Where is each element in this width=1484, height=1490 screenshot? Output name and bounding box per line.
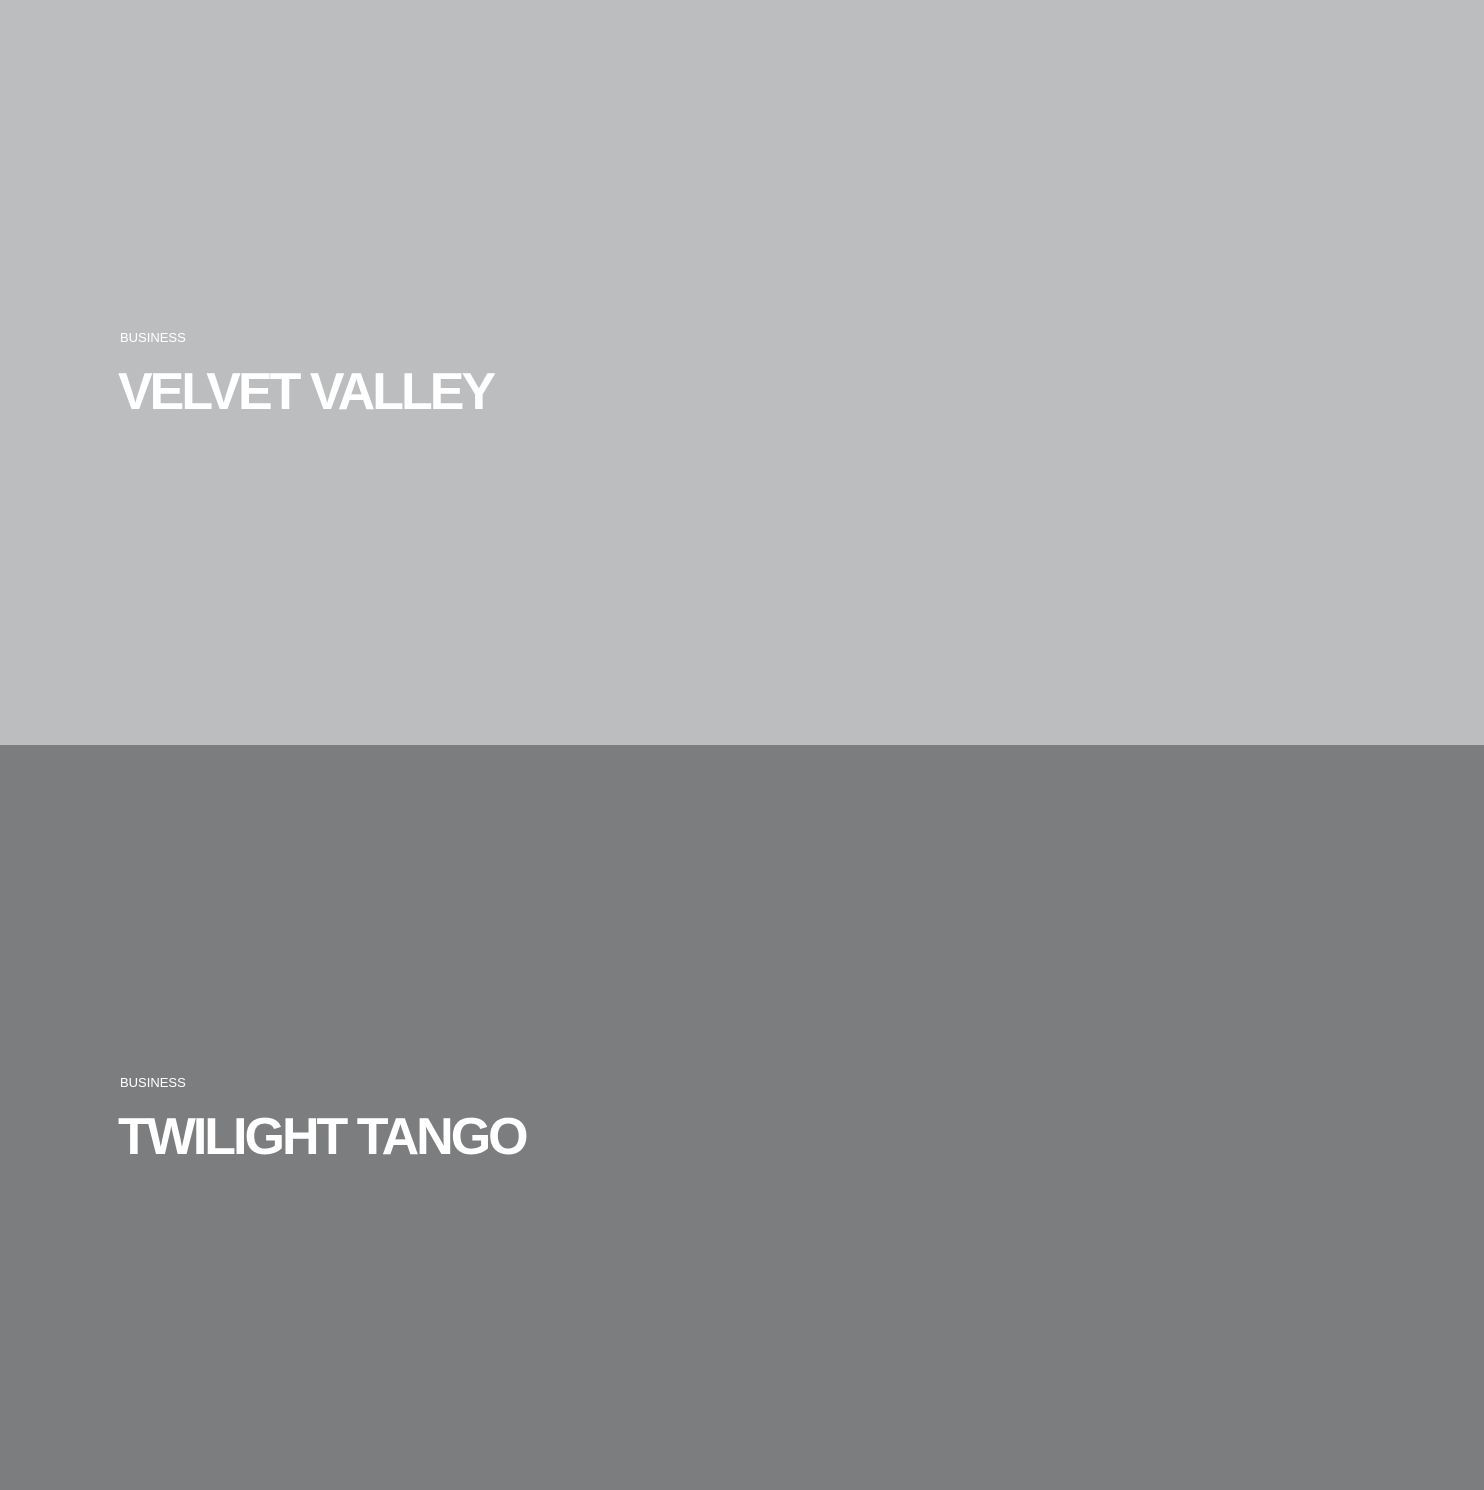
project-card-twilight-tango[interactable]: BUSINESS TWILIGHT TANGO [0,745,1484,1490]
project-title[interactable]: TWILIGHT TANGO [118,1109,529,1165]
project-title[interactable]: VELVET VALLEY [118,364,496,420]
project-category-label: BUSINESS [120,330,186,345]
project-category-label: BUSINESS [120,1075,186,1090]
project-card-velvet-valley[interactable]: BUSINESS VELVET VALLEY [0,0,1484,745]
